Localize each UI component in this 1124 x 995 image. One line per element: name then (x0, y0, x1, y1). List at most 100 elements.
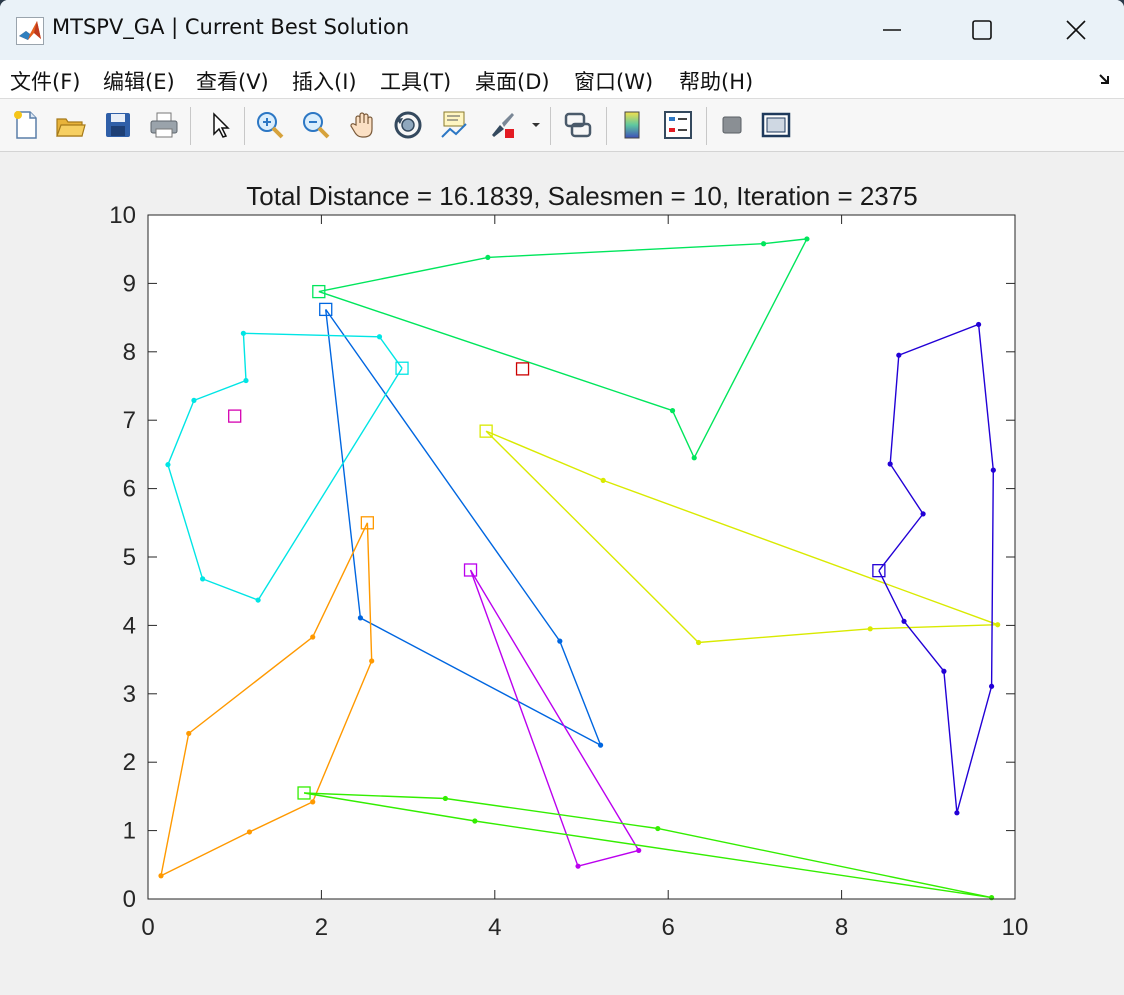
city-point (240, 330, 246, 336)
print-icon (150, 112, 178, 138)
city-point (655, 825, 661, 832)
hide-plot-tools-button[interactable] (714, 107, 750, 143)
menu-window[interactable]: 窗口(W) (574, 66, 653, 96)
show-plot-tools-button[interactable] (758, 107, 794, 143)
x-tick-label: 2 (315, 914, 328, 941)
city-point (255, 597, 261, 603)
zoom-out-button[interactable] (298, 107, 334, 143)
axes: 0 2 4 6 8 10 0 1 2 3 4 5 6 7 8 9 10 (109, 202, 1028, 941)
city-point (485, 254, 491, 261)
dock-figure-icon[interactable] (1098, 71, 1114, 87)
link-plot-button[interactable] (560, 107, 596, 143)
city-point (600, 477, 606, 483)
title-bar[interactable]: MTSPV_GA | Current Best Solution (0, 0, 1124, 60)
city-point (472, 818, 478, 824)
pan-button[interactable] (346, 107, 382, 143)
y-tick-label: 6 (123, 476, 136, 503)
city-point (158, 873, 164, 879)
menu-view[interactable]: 查看(V) (196, 66, 269, 96)
y-tick-label: 3 (123, 681, 136, 708)
city-point (867, 626, 873, 632)
toolbar-separator (190, 107, 191, 145)
city-point (597, 742, 604, 748)
close-icon (1066, 20, 1086, 40)
zoom-in-icon (257, 112, 284, 139)
city-point (669, 408, 676, 414)
data-cursor-button[interactable] (436, 107, 472, 143)
city-point (246, 829, 253, 835)
menu-file[interactable]: 文件(F) (10, 66, 80, 96)
brush-icon (492, 113, 514, 138)
new-figure-button[interactable] (8, 107, 44, 143)
zoom-in-button[interactable] (252, 107, 288, 143)
city-point (887, 461, 893, 467)
city-point (975, 321, 982, 328)
y-tick-label: 8 (123, 339, 136, 366)
city-point (695, 639, 702, 646)
matlab-logo-icon (16, 17, 44, 45)
menu-help[interactable]: 帮助(H) (679, 66, 753, 96)
city-point (995, 622, 1001, 628)
menu-tools[interactable]: 工具(T) (380, 66, 451, 96)
pan-hand-icon (350, 112, 373, 138)
city-point (920, 511, 926, 517)
city-point (191, 397, 197, 403)
y-tick-label: 1 (123, 818, 136, 845)
save-button[interactable] (100, 107, 136, 143)
city-point (691, 455, 697, 461)
rotate-3d-icon (394, 111, 422, 139)
open-file-button[interactable] (52, 107, 88, 143)
x-tick-label: 0 (141, 914, 154, 941)
y-tick-label: 7 (123, 407, 136, 434)
x-tick-label: 4 (488, 914, 501, 941)
toolbar-separator (244, 107, 245, 145)
x-tick-label: 8 (835, 914, 848, 941)
city-point (357, 615, 364, 621)
print-button[interactable] (146, 107, 182, 143)
city-point (442, 795, 448, 802)
city-point (941, 668, 947, 674)
city-point (954, 810, 960, 816)
new-figure-icon (14, 111, 37, 139)
menu-desktop[interactable]: 桌面(D) (475, 66, 550, 96)
y-tick-label: 10 (109, 202, 136, 229)
maximize-icon (972, 20, 992, 40)
colorbar-icon (624, 111, 640, 139)
minimize-button[interactable] (846, 0, 938, 60)
city-point (557, 638, 563, 644)
brush-button[interactable] (484, 107, 520, 143)
insert-colorbar-button[interactable] (614, 107, 650, 143)
city-point (575, 863, 581, 869)
city-point (243, 377, 249, 384)
city-point (310, 799, 316, 805)
y-tick-label: 9 (123, 270, 136, 297)
insert-legend-button[interactable] (660, 107, 696, 143)
close-button[interactable] (1030, 0, 1122, 60)
edit-plot-button[interactable] (202, 107, 238, 143)
city-point (200, 576, 206, 582)
brush-dropdown-button[interactable] (526, 107, 546, 143)
zoom-out-icon (303, 112, 330, 139)
rotate-3d-button[interactable] (390, 107, 426, 143)
y-tick-label: 0 (123, 886, 136, 913)
menu-insert[interactable]: 插入(I) (292, 66, 357, 96)
menu-bar: 文件(F) 编辑(E) 查看(V) 插入(I) 工具(T) 桌面(D) 窗口(W… (0, 60, 1124, 99)
city-point (636, 847, 642, 854)
city-point (376, 334, 383, 340)
city-point (310, 634, 316, 640)
y-tick-label: 2 (123, 749, 136, 776)
city-point (804, 236, 810, 242)
plot-background (148, 215, 1015, 899)
y-tick-label: 4 (123, 612, 136, 639)
x-tick-label: 10 (1002, 914, 1029, 941)
x-tick-label: 6 (662, 914, 675, 941)
save-icon (106, 113, 130, 137)
city-point (165, 462, 171, 468)
toolbar-separator (606, 107, 607, 145)
chevron-down-icon (532, 123, 540, 127)
city-point (896, 352, 902, 358)
menu-edit[interactable]: 编辑(E) (103, 66, 175, 96)
route-plot[interactable]: Total Distance = 16.1839, Salesmen = 10,… (0, 152, 1124, 995)
maximize-button[interactable] (936, 0, 1028, 60)
toolbar-separator (706, 107, 707, 145)
